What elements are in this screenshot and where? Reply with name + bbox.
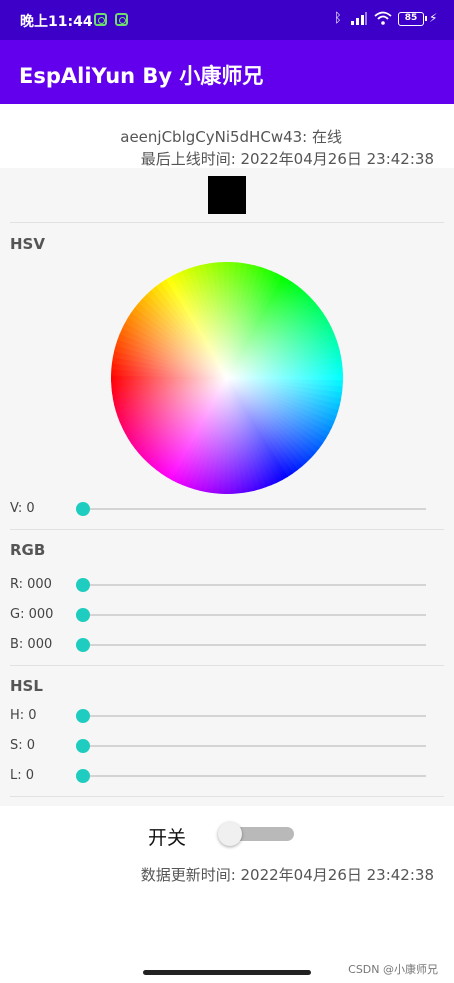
slider-track bbox=[84, 644, 426, 646]
switch-label: 开关 bbox=[148, 827, 187, 849]
slider-track bbox=[84, 614, 426, 616]
color-preview-swatch bbox=[208, 176, 246, 214]
s-slider[interactable]: S: 0 bbox=[10, 736, 430, 756]
divider bbox=[10, 529, 444, 530]
status-time: 晚上11:44 bbox=[20, 14, 93, 30]
rgb-title: RGB bbox=[10, 541, 46, 559]
watermark: CSDN @小康师兄 bbox=[348, 963, 438, 976]
l-slider[interactable]: L: 0 bbox=[10, 766, 430, 786]
r-label: R: 000 bbox=[10, 577, 52, 592]
slider-track bbox=[84, 584, 426, 586]
slider-track bbox=[84, 775, 426, 777]
notification-icon bbox=[115, 13, 128, 26]
divider bbox=[10, 796, 444, 797]
slider-track bbox=[84, 508, 426, 510]
app-title: EspAliYun By 小康师兄 bbox=[19, 64, 264, 88]
v-label: V: 0 bbox=[10, 501, 35, 516]
slider-thumb[interactable] bbox=[76, 578, 90, 592]
last-online-time: 最后上线时间: 2022年04月26日 23:42:38 bbox=[140, 150, 434, 168]
hsl-title: HSL bbox=[10, 677, 43, 695]
signal-icon bbox=[351, 12, 367, 25]
b-slider[interactable]: B: 000 bbox=[10, 635, 430, 655]
slider-thumb[interactable] bbox=[76, 608, 90, 622]
divider bbox=[10, 222, 444, 223]
g-label: G: 000 bbox=[10, 607, 54, 622]
h-slider[interactable]: H: 0 bbox=[10, 706, 430, 726]
s-label: S: 0 bbox=[10, 738, 36, 753]
battery-icon: 85 bbox=[398, 12, 427, 26]
hsv-title: HSV bbox=[10, 235, 45, 253]
device-status: aeenjCblgCyNi5dHCw43: 在线 bbox=[120, 128, 342, 146]
h-label: H: 0 bbox=[10, 708, 37, 723]
navigation-handle[interactable] bbox=[143, 970, 311, 975]
slider-track bbox=[84, 715, 426, 717]
b-label: B: 000 bbox=[10, 637, 53, 652]
v-slider[interactable]: V: 0 bbox=[10, 499, 430, 519]
slider-thumb[interactable] bbox=[76, 502, 90, 516]
color-wheel[interactable] bbox=[111, 262, 343, 494]
status-bar: 晚上11:44 ᛒ 85 ⚡ bbox=[0, 0, 454, 40]
l-label: L: 0 bbox=[10, 768, 35, 783]
charging-icon: ⚡ bbox=[429, 11, 438, 25]
r-slider[interactable]: R: 000 bbox=[10, 575, 430, 595]
notification-icon bbox=[94, 13, 107, 26]
wifi-icon bbox=[374, 11, 392, 25]
bluetooth-icon: ᛒ bbox=[334, 11, 342, 26]
slider-thumb[interactable] bbox=[76, 638, 90, 652]
divider bbox=[10, 665, 444, 666]
slider-thumb[interactable] bbox=[76, 709, 90, 723]
app-bar: EspAliYun By 小康师兄 bbox=[0, 40, 454, 104]
switch-thumb[interactable] bbox=[218, 822, 242, 846]
data-update-time: 数据更新时间: 2022年04月26日 23:42:38 bbox=[140, 866, 434, 884]
slider-track bbox=[84, 745, 426, 747]
g-slider[interactable]: G: 000 bbox=[10, 605, 430, 625]
slider-thumb[interactable] bbox=[76, 739, 90, 753]
slider-thumb[interactable] bbox=[76, 769, 90, 783]
